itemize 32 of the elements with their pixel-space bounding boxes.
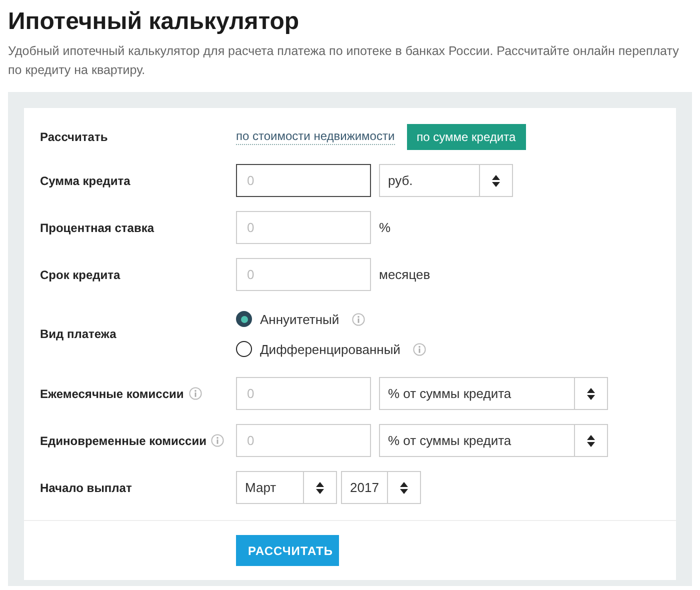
radio-label[interactable]: Дифференцированный: [260, 342, 400, 356]
dropdown[interactable]: Март: [236, 471, 337, 504]
dropdown[interactable]: % от суммы кредита: [379, 377, 608, 410]
info-icon[interactable]: [188, 387, 202, 400]
sort-arrows-icon: [586, 386, 596, 400]
sort-arrows-icon: [399, 480, 409, 494]
radio-button[interactable]: [236, 341, 252, 357]
field-label: Единовременные комиссии: [40, 434, 206, 448]
info-icon[interactable]: [352, 312, 366, 326]
page-description: Удобный ипотечный калькулятор для расчета платежа по ипотеке в банках России. Рассчитайте онлайн переплату по кредиту на квартиру.: [8, 43, 680, 79]
dropdown[interactable]: % от суммы кредита: [379, 424, 608, 457]
sort-arrows-icon: [491, 174, 501, 188]
dropdown[interactable]: руб.: [379, 164, 513, 197]
input-field[interactable]: 0: [236, 164, 371, 197]
field-label: Ежемесячные комиссии: [40, 386, 184, 400]
info-icon[interactable]: [413, 342, 426, 356]
field-label: Вид платежа: [40, 327, 118, 341]
page-title: Ипотечный калькулятор: [8, 8, 300, 36]
field-label: Сумма кредита: [40, 174, 132, 188]
unit-label: %: [379, 220, 391, 235]
sort-arrows-icon: [586, 434, 596, 448]
field-label: Срок кредита: [40, 268, 122, 282]
radio-button[interactable]: [236, 311, 252, 327]
sort-arrows-icon: [315, 480, 325, 494]
field-label: Процентная ставка: [40, 220, 156, 234]
unit-label: месяцев: [379, 267, 430, 282]
dropdown[interactable]: 2017: [341, 471, 421, 504]
radio-label[interactable]: Аннуитетный: [260, 312, 340, 326]
mode-tab[interactable]: по стоимости недвижимости: [236, 129, 395, 145]
field-label: Рассчитать: [40, 130, 109, 144]
info-icon[interactable]: [211, 434, 224, 447]
field-label: Начало выплат: [40, 480, 133, 494]
